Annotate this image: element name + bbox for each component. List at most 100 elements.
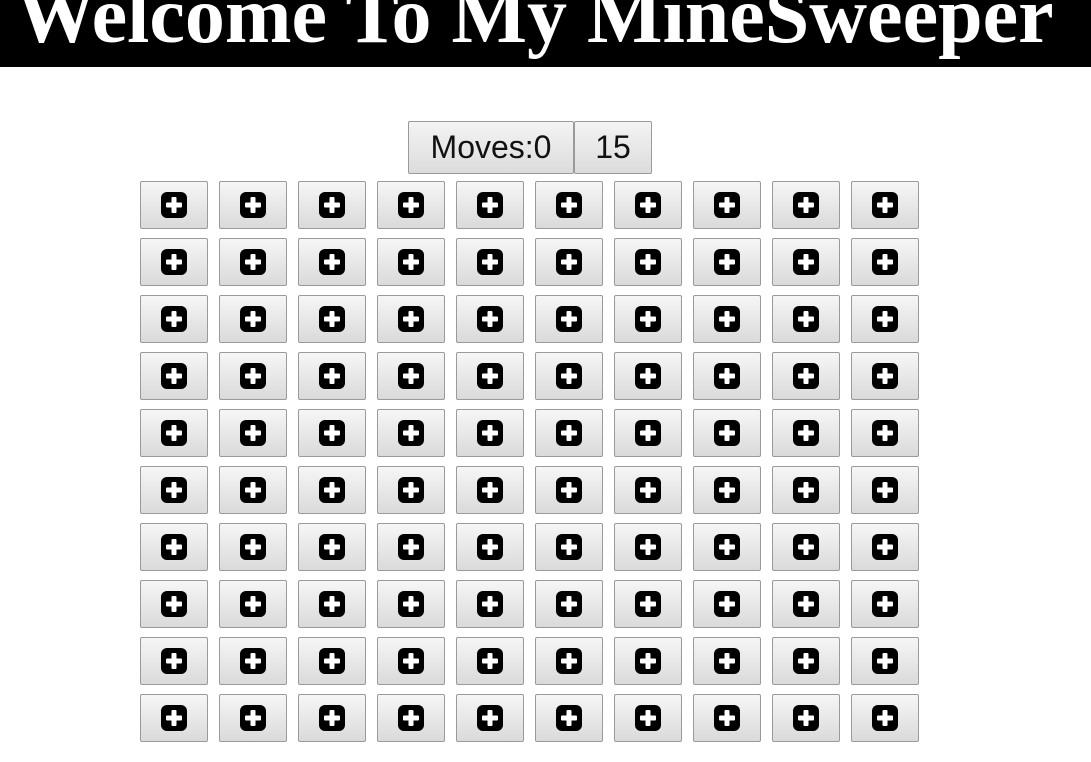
minefield-cell[interactable]: [298, 637, 366, 685]
minefield-cell[interactable]: [614, 523, 682, 571]
minefield-cell[interactable]: [298, 409, 366, 457]
minefield-cell[interactable]: [772, 523, 840, 571]
minefield-cell[interactable]: [140, 352, 208, 400]
minefield-cell[interactable]: [772, 694, 840, 742]
minefield-cell[interactable]: [614, 637, 682, 685]
moves-counter-button[interactable]: Moves:0: [408, 121, 574, 174]
minefield-cell[interactable]: [693, 295, 761, 343]
minefield-cell[interactable]: [377, 637, 445, 685]
minefield-cell[interactable]: [456, 694, 524, 742]
minefield-cell[interactable]: [851, 466, 919, 514]
minefield-cell[interactable]: [772, 580, 840, 628]
minefield-cell[interactable]: [456, 580, 524, 628]
minefield-cell[interactable]: [456, 466, 524, 514]
minefield-cell[interactable]: [535, 637, 603, 685]
minefield-cell[interactable]: [298, 238, 366, 286]
minefield-cell[interactable]: [219, 352, 287, 400]
minefield-cell[interactable]: [772, 238, 840, 286]
minefield-cell[interactable]: [693, 580, 761, 628]
minefield-cell[interactable]: [377, 580, 445, 628]
minefield-cell[interactable]: [851, 352, 919, 400]
minefield-cell[interactable]: [456, 352, 524, 400]
minefield-cell[interactable]: [614, 409, 682, 457]
minefield-cell[interactable]: [456, 181, 524, 229]
minefield-cell[interactable]: [456, 523, 524, 571]
minefield-cell[interactable]: [693, 409, 761, 457]
minefield-cell[interactable]: [456, 409, 524, 457]
minefield-cell[interactable]: [377, 694, 445, 742]
minefield-cell[interactable]: [456, 238, 524, 286]
minefield-cell[interactable]: [377, 181, 445, 229]
minefield-cell[interactable]: [693, 181, 761, 229]
minefield-cell[interactable]: [851, 580, 919, 628]
minefield-cell[interactable]: [140, 637, 208, 685]
minefield-cell[interactable]: [535, 181, 603, 229]
minefield-cell[interactable]: [140, 580, 208, 628]
minefield-cell[interactable]: [772, 637, 840, 685]
minefield-cell[interactable]: [456, 637, 524, 685]
minefield-cell[interactable]: [219, 409, 287, 457]
minefield-cell[interactable]: [140, 694, 208, 742]
minefield-cell[interactable]: [377, 352, 445, 400]
minefield-cell[interactable]: [772, 181, 840, 229]
minefield-cell[interactable]: [298, 523, 366, 571]
minefield-cell[interactable]: [614, 580, 682, 628]
minefield-cell[interactable]: [456, 295, 524, 343]
minefield-cell[interactable]: [535, 466, 603, 514]
mines-count-button[interactable]: 15: [574, 121, 652, 174]
minefield-cell[interactable]: [377, 523, 445, 571]
minefield-cell[interactable]: [772, 295, 840, 343]
minefield-cell[interactable]: [298, 466, 366, 514]
minefield-cell[interactable]: [298, 352, 366, 400]
minefield-cell[interactable]: [614, 295, 682, 343]
minefield-cell[interactable]: [298, 580, 366, 628]
minefield-cell[interactable]: [851, 694, 919, 742]
minefield-cell[interactable]: [693, 466, 761, 514]
minefield-cell[interactable]: [693, 523, 761, 571]
minefield-cell[interactable]: [535, 352, 603, 400]
minefield-cell[interactable]: [851, 181, 919, 229]
minefield-cell[interactable]: [535, 238, 603, 286]
minefield-cell[interactable]: [535, 295, 603, 343]
minefield-cell[interactable]: [772, 466, 840, 514]
minefield-cell[interactable]: [219, 238, 287, 286]
minefield-cell[interactable]: [693, 637, 761, 685]
minefield-cell[interactable]: [693, 352, 761, 400]
minefield-cell[interactable]: [851, 295, 919, 343]
minefield-cell[interactable]: [693, 694, 761, 742]
minefield-cell[interactable]: [140, 523, 208, 571]
minefield-cell[interactable]: [535, 580, 603, 628]
minefield-cell[interactable]: [614, 352, 682, 400]
minefield-cell[interactable]: [693, 238, 761, 286]
minefield-cell[interactable]: [140, 295, 208, 343]
minefield-cell[interactable]: [851, 238, 919, 286]
minefield-cell[interactable]: [219, 523, 287, 571]
minefield-cell[interactable]: [614, 466, 682, 514]
minefield-cell[interactable]: [614, 181, 682, 229]
minefield-cell[interactable]: [140, 181, 208, 229]
minefield-cell[interactable]: [140, 409, 208, 457]
minefield-cell[interactable]: [298, 295, 366, 343]
minefield-cell[interactable]: [851, 637, 919, 685]
minefield-cell[interactable]: [535, 694, 603, 742]
minefield-cell[interactable]: [535, 523, 603, 571]
minefield-cell[interactable]: [219, 694, 287, 742]
minefield-cell[interactable]: [219, 295, 287, 343]
minefield-cell[interactable]: [219, 637, 287, 685]
minefield-cell[interactable]: [772, 352, 840, 400]
minefield-cell[interactable]: [377, 238, 445, 286]
minefield-cell[interactable]: [377, 409, 445, 457]
minefield-cell[interactable]: [614, 694, 682, 742]
minefield-cell[interactable]: [772, 409, 840, 457]
minefield-cell[interactable]: [219, 181, 287, 229]
minefield-cell[interactable]: [140, 466, 208, 514]
minefield-cell[interactable]: [298, 694, 366, 742]
minefield-cell[interactable]: [140, 238, 208, 286]
minefield-cell[interactable]: [535, 409, 603, 457]
minefield-cell[interactable]: [377, 295, 445, 343]
minefield-cell[interactable]: [851, 409, 919, 457]
minefield-cell[interactable]: [219, 580, 287, 628]
minefield-cell[interactable]: [851, 523, 919, 571]
minefield-cell[interactable]: [377, 466, 445, 514]
minefield-cell[interactable]: [219, 466, 287, 514]
